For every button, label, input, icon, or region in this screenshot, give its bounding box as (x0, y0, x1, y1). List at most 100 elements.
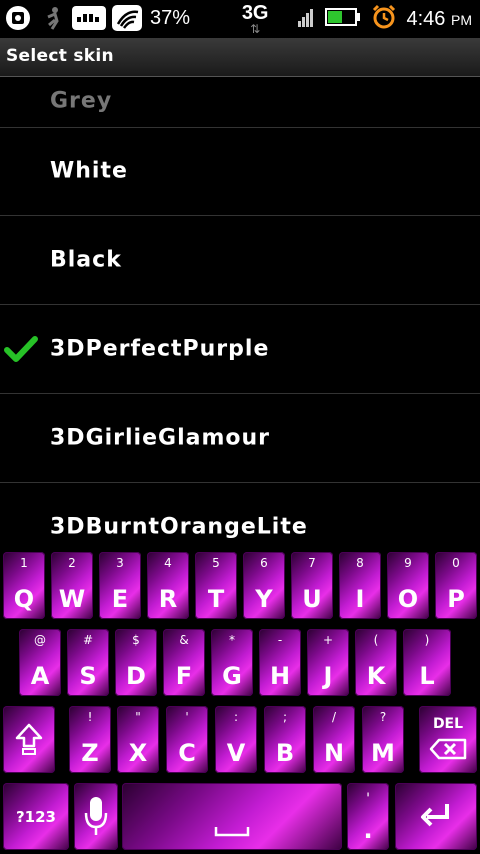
key-label: E (111, 585, 129, 613)
key-sup: 6 (260, 556, 268, 570)
key-b[interactable]: ; B (264, 706, 306, 773)
key-sup: ( (373, 633, 379, 647)
key-x[interactable]: " X (117, 706, 159, 773)
key-sup: 0 (452, 556, 460, 570)
voice-input-key[interactable] (74, 783, 118, 850)
shift-key[interactable] (3, 706, 55, 773)
list-item-3dgirlieglamour[interactable]: 3DGirlieGlamour (0, 394, 480, 483)
key-f[interactable]: & F (163, 629, 205, 696)
key-q[interactable]: 1Q (3, 552, 45, 619)
key-k[interactable]: (K (355, 629, 397, 696)
list-item-label: 3DGirlieGlamour (50, 425, 271, 451)
key-label: W (58, 585, 86, 613)
key-sup: 9 (404, 556, 412, 570)
key-c[interactable]: ' C (166, 706, 208, 773)
key-sup: * (229, 633, 235, 647)
list-item-3dperfectpurple[interactable]: 3DPerfectPurple (0, 305, 480, 394)
key-z[interactable]: ! Z (69, 706, 111, 773)
network-type: 3G (241, 2, 269, 24)
key-label: N (323, 739, 345, 767)
key-sup: ! (87, 710, 93, 724)
key-sup: $ (132, 633, 140, 647)
list-item-label: White (50, 158, 128, 184)
title-bar: Select skin (0, 38, 480, 77)
key-label: . (363, 816, 373, 844)
key-j[interactable]: + J (307, 629, 349, 696)
key-sup: / (331, 710, 337, 724)
key-n[interactable]: / N (313, 706, 355, 773)
key-s[interactable]: # S (67, 629, 109, 696)
shift-icon (15, 723, 43, 755)
clock-ampm: PM (451, 11, 472, 28)
list-item-label: Grey (50, 88, 113, 114)
key-g[interactable]: * G (211, 629, 253, 696)
list-item-white[interactable]: White (0, 127, 480, 216)
skin-list[interactable]: Grey White Black 3DPerfectPurple 3DGirli… (0, 77, 480, 547)
key-label: M (371, 739, 395, 767)
key-u[interactable]: 7U (291, 552, 333, 619)
key-v[interactable]: :V (215, 706, 257, 773)
list-item-label: Black (50, 247, 122, 273)
key-label: L (419, 662, 435, 690)
signal-strength-icon (297, 7, 315, 31)
key-a[interactable]: @ A (19, 629, 61, 696)
key-label: H (269, 662, 291, 690)
key-label: Z (81, 739, 99, 767)
delete-label: DEL (432, 716, 464, 732)
symbols-key[interactable]: ?123 (3, 783, 69, 850)
key-d[interactable]: $ D (115, 629, 157, 696)
key-sup: 1 (20, 556, 28, 570)
soft-keyboard: 1Q 2W 3E 4R 5T 6Y 7U 8I 9O 0P @ A # S $ D &… (0, 547, 480, 854)
key-m[interactable]: ? M (362, 706, 404, 773)
key-sup: # (82, 633, 94, 647)
data-activity-icon: ⇅ (250, 22, 261, 36)
key-label: G (222, 662, 242, 690)
symbols-label: ?123 (15, 807, 56, 826)
list-item-label: 3DBurntOrangeLite (50, 514, 308, 540)
list-item-black[interactable]: Black (0, 216, 480, 305)
key-r[interactable]: 4R (147, 552, 189, 619)
list-item-3dburntorangelite[interactable]: 3DBurntOrangeLite (0, 483, 480, 547)
key-sup: ' (185, 710, 189, 724)
key-t[interactable]: 5T (195, 552, 237, 619)
period-key[interactable]: ' . (347, 783, 389, 850)
key-o[interactable]: 9O (387, 552, 429, 619)
key-label: D (126, 662, 146, 690)
key-e[interactable]: 3E (99, 552, 141, 619)
key-w[interactable]: 2W (51, 552, 93, 619)
backspace-icon (429, 738, 467, 760)
key-label: T (207, 585, 225, 613)
key-label: Y (255, 585, 273, 613)
key-l[interactable]: ) L (403, 629, 451, 696)
key-sup: & (179, 633, 189, 647)
key-sup: ? (379, 710, 387, 724)
key-sup: 3 (116, 556, 124, 570)
key-sup: 5 (212, 556, 220, 570)
key-i[interactable]: 8I (339, 552, 381, 619)
list-item-partial[interactable]: Grey (0, 77, 480, 128)
enter-key[interactable] (395, 783, 477, 850)
key-label: X (128, 739, 148, 767)
key-label: V (226, 739, 246, 767)
key-sup: 2 (68, 556, 76, 570)
status-bar: 37% 3G ⇅ 4:46 PM (0, 0, 480, 38)
key-label: F (175, 662, 193, 690)
space-key[interactable] (122, 783, 342, 850)
alarm-clock-icon (371, 4, 397, 34)
page-title: Select skin (6, 46, 114, 66)
key-label: U (302, 585, 322, 613)
key-label: A (30, 662, 50, 690)
key-label: S (79, 662, 97, 690)
privacy-lock-icon (4, 4, 32, 32)
delete-key[interactable]: DEL (419, 706, 477, 773)
key-sup: 7 (308, 556, 316, 570)
key-sup: 8 (356, 556, 364, 570)
key-p[interactable]: 0P (435, 552, 477, 619)
key-sup: : (233, 710, 239, 724)
key-sup: 4 (164, 556, 172, 570)
wireless-icon (72, 4, 106, 32)
key-h[interactable]: -H (259, 629, 301, 696)
battery-percent: 37% (150, 6, 191, 29)
key-y[interactable]: 6Y (243, 552, 285, 619)
key-label: B (275, 739, 295, 767)
